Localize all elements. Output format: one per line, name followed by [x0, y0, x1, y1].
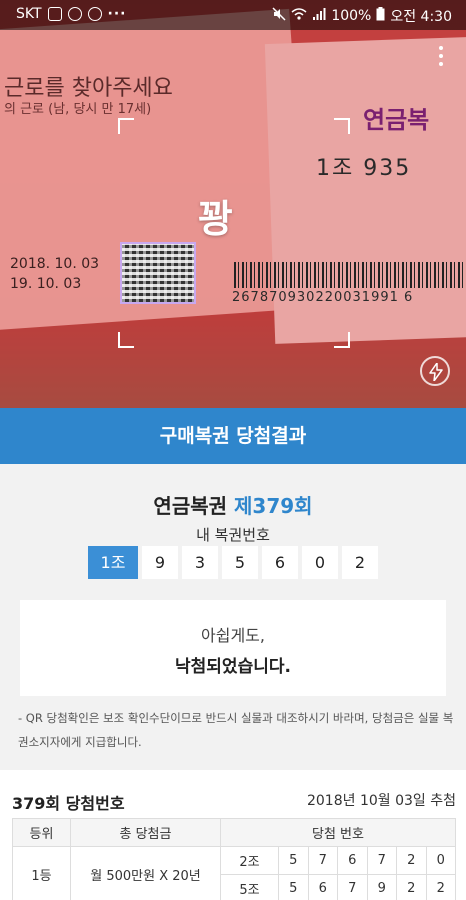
- mute-icon: [272, 7, 286, 25]
- signal-icon: [312, 7, 326, 25]
- table-cell-digit: 5: [278, 846, 309, 875]
- group-badge: 1조: [88, 546, 138, 579]
- scan-frame-corner-br: [334, 332, 350, 348]
- more-dot-icon: [439, 54, 443, 58]
- flash-toggle-button[interactable]: [420, 356, 450, 386]
- result-message-line2: 낙첨되었습니다.: [175, 657, 291, 677]
- result-section: 연금복권 제379회 내 복권번호 1조 9 3 5 6 0 2 아쉽게도, 낙…: [0, 464, 466, 764]
- ticket-sub-text: 의 근로 (남, 당시 만 17세): [4, 102, 152, 117]
- camera-preview[interactable]: 근로를 찾아주세요 의 근로 (남, 당시 만 17세) 2018. 10. 0…: [0, 0, 466, 408]
- notice-text: - QR 당첨확인은 보조 확인수단이므로 반드시 실물과 대조하시기 바라며,…: [18, 711, 454, 749]
- more-notifications-icon: ···: [107, 6, 127, 22]
- winning-title: 379회 당첨번호: [12, 794, 125, 813]
- ticket-number-text: 1조 935: [316, 156, 412, 181]
- winning-numbers-section: 379회 당첨번호 2018년 10월 03일 추첨 등위 총 당첨금 당첨 번…: [0, 770, 466, 900]
- table-cell-digit: 6: [307, 874, 338, 900]
- draw-date: 2018년 10월 03일 추첨: [306, 793, 456, 809]
- table-header-rank: 등위: [12, 818, 71, 847]
- more-options-button[interactable]: [436, 46, 446, 72]
- result-message-card: 아쉽게도, 낙첨되었습니다.: [20, 600, 446, 696]
- more-dot-icon: [439, 46, 443, 50]
- flash-icon: [429, 363, 443, 381]
- settings-notification-icon: [87, 7, 102, 21]
- ticket-digit: 9: [142, 546, 178, 579]
- scan-frame-corner-tr: [334, 118, 350, 134]
- gallery-icon: [47, 7, 62, 21]
- table-header-prize: 총 당첨금: [70, 818, 221, 847]
- battery-icon: [376, 7, 385, 25]
- table-cell-digit: 2: [396, 846, 427, 875]
- ticket-digit: 5: [222, 546, 258, 579]
- lottery-title: 연금복권 제379회: [0, 490, 466, 519]
- table-cell-digit: 7: [337, 874, 368, 900]
- scan-frame-corner-bl: [118, 332, 134, 348]
- table-cell-digit: 2: [425, 874, 456, 900]
- ticket-date-text-2: 19. 10. 03: [10, 276, 82, 292]
- table-cell-rank: 1등: [12, 846, 71, 900]
- ticket-digit: 6: [262, 546, 298, 579]
- my-numbers-label: 내 복권번호: [196, 526, 270, 544]
- ticket-digit: 3: [182, 546, 218, 579]
- table-cell-digit: 5: [278, 874, 309, 900]
- table-cell-digit: 0: [425, 846, 456, 875]
- ticket-digit: 0: [302, 546, 338, 579]
- table-cell-group: 5조: [220, 874, 279, 900]
- table-cell-digit: 7: [307, 846, 338, 875]
- barcode-image: [234, 262, 466, 288]
- winning-table: 등위 총 당첨금 당첨 번호 1등 월 500만원 X 20년 2조 5 7 6…: [12, 818, 456, 900]
- table-header-row: 등위 총 당첨금 당첨 번호: [12, 818, 456, 847]
- table-row: 1등 월 500만원 X 20년 2조 5 7 6 7 2 0: [12, 846, 456, 900]
- scan-result-overlay-text: 꽝: [198, 197, 233, 241]
- table-cell-group: 2조: [220, 846, 279, 875]
- my-ticket-numbers: 1조 9 3 5 6 0 2: [88, 546, 378, 579]
- more-dot-icon: [439, 62, 443, 66]
- result-message-line1: 아쉽게도,: [201, 626, 265, 645]
- ticket-date-text: 2018. 10. 03: [10, 256, 100, 272]
- qr-code-image: [120, 242, 196, 304]
- status-bar: SKT ··· 100% 오전 4:30: [0, 0, 466, 30]
- table-cell-digit: 7: [366, 846, 397, 875]
- camera-overlay: [0, 0, 466, 408]
- carrier-label: SKT: [16, 6, 42, 22]
- table-cell-digit: 2: [396, 874, 427, 900]
- table-header-numbers: 당첨 번호: [220, 818, 456, 847]
- scan-frame-corner-tl: [118, 118, 134, 134]
- wifi-icon: [291, 7, 307, 25]
- ticket-logo-text: 연금복: [363, 106, 430, 134]
- result-header: 구매복권 당첨결과: [0, 408, 466, 464]
- table-cell-digit: 9: [366, 874, 397, 900]
- lottery-name: 연금복권: [153, 494, 228, 518]
- clock: 오전 4:30: [390, 9, 452, 25]
- table-cell-digit: 6: [337, 846, 368, 875]
- barcode-number-text: 267870930220031991 6: [232, 290, 414, 305]
- lottery-round: 제379회: [234, 494, 313, 518]
- battery-level: 100%: [331, 8, 372, 24]
- table-cell-prize: 월 500만원 X 20년: [70, 846, 221, 900]
- ticket-digit: 2: [342, 546, 378, 579]
- app-notification-icon: [67, 7, 82, 21]
